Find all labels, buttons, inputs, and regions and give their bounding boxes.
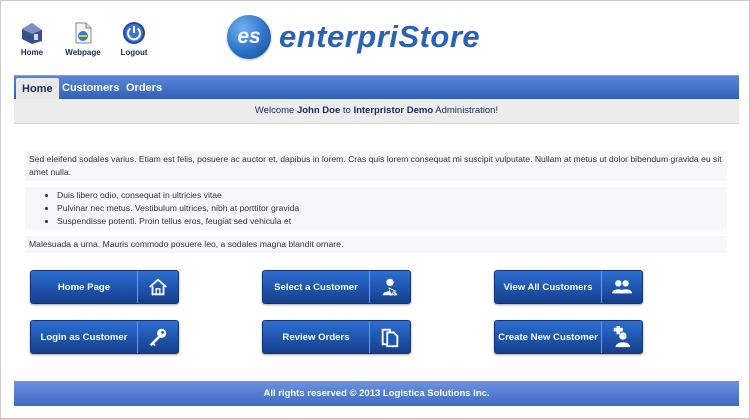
tab-orders[interactable]: Orders xyxy=(120,76,168,100)
tab-customers[interactable]: Customers xyxy=(56,76,125,100)
select-customer-icon xyxy=(369,271,410,303)
documents-icon xyxy=(369,321,410,353)
users-icon xyxy=(601,271,642,303)
welcome-bar: Welcome John Doe to Interpristor Demo Ad… xyxy=(14,99,739,124)
welcome-suffix: Administration! xyxy=(433,105,499,116)
webpage-link[interactable]: Webpage xyxy=(63,21,103,57)
welcome-user: John Doe xyxy=(296,105,341,116)
home-page-button[interactable]: Home Page xyxy=(30,270,179,304)
select-customer-button[interactable]: Select a Customer xyxy=(262,270,411,304)
button-label: Login as Customer xyxy=(40,331,128,343)
webpage-link-label: Webpage xyxy=(65,48,101,57)
key-icon xyxy=(137,321,178,353)
logout-link-label: Logout xyxy=(120,48,148,57)
button-label: View All Customers xyxy=(503,281,593,293)
top-links: Home Webpage Logout xyxy=(15,21,151,57)
create-new-customer-button[interactable]: Create New Customer xyxy=(494,320,643,354)
welcome-prefix: Welcome xyxy=(254,105,297,116)
button-label: Home Page xyxy=(57,281,111,293)
main-nav: Home Customers Orders xyxy=(14,75,739,100)
home-icon xyxy=(137,271,178,303)
list-item: Suspendisse potenti. Proin tellus eros, … xyxy=(57,215,723,228)
review-orders-button[interactable]: Review Orders xyxy=(262,320,411,354)
page-frame: Home Webpage Logout es enterpriStore Hom… xyxy=(0,0,750,419)
webpage-icon xyxy=(75,22,92,44)
intro-paragraph: Sed eleifend sodales varius. Etiam est f… xyxy=(25,151,727,181)
logo-text: enterpriStore xyxy=(279,19,481,54)
login-as-customer-button[interactable]: Login as Customer xyxy=(30,320,179,354)
site-logo[interactable]: es enterpriStore xyxy=(227,15,480,59)
home-link-label: Home xyxy=(20,48,44,57)
welcome-store: Interpristor Demo xyxy=(353,105,434,116)
button-label: Review Orders xyxy=(282,331,350,343)
button-label: Create New Customer xyxy=(498,331,598,343)
footer-bar: All rights reserved © 2013 Logistica Sol… xyxy=(14,381,739,406)
logo-badge: es xyxy=(227,15,271,59)
bullet-list: Duis libero odio, consequat in ultricies… xyxy=(25,187,727,230)
home-house-icon xyxy=(22,23,42,44)
button-label: Select a Customer xyxy=(274,281,358,293)
welcome-middle: to xyxy=(340,105,354,116)
add-user-icon xyxy=(601,321,642,353)
tab-home[interactable]: Home xyxy=(16,78,59,100)
list-item: Duis libero odio, consequat in ultricies… xyxy=(57,189,723,202)
view-all-customers-button[interactable]: View All Customers xyxy=(494,270,643,304)
logout-link[interactable]: Logout xyxy=(117,21,151,57)
home-link[interactable]: Home xyxy=(15,21,49,57)
closing-paragraph: Malesuada a urna. Mauris commodo posuere… xyxy=(25,236,727,253)
list-item: Pulvinar nec metus. Vestibulum ultrices,… xyxy=(57,202,723,215)
power-icon xyxy=(123,22,145,44)
main-content: Sed eleifend sodales varius. Etiam est f… xyxy=(25,151,727,253)
